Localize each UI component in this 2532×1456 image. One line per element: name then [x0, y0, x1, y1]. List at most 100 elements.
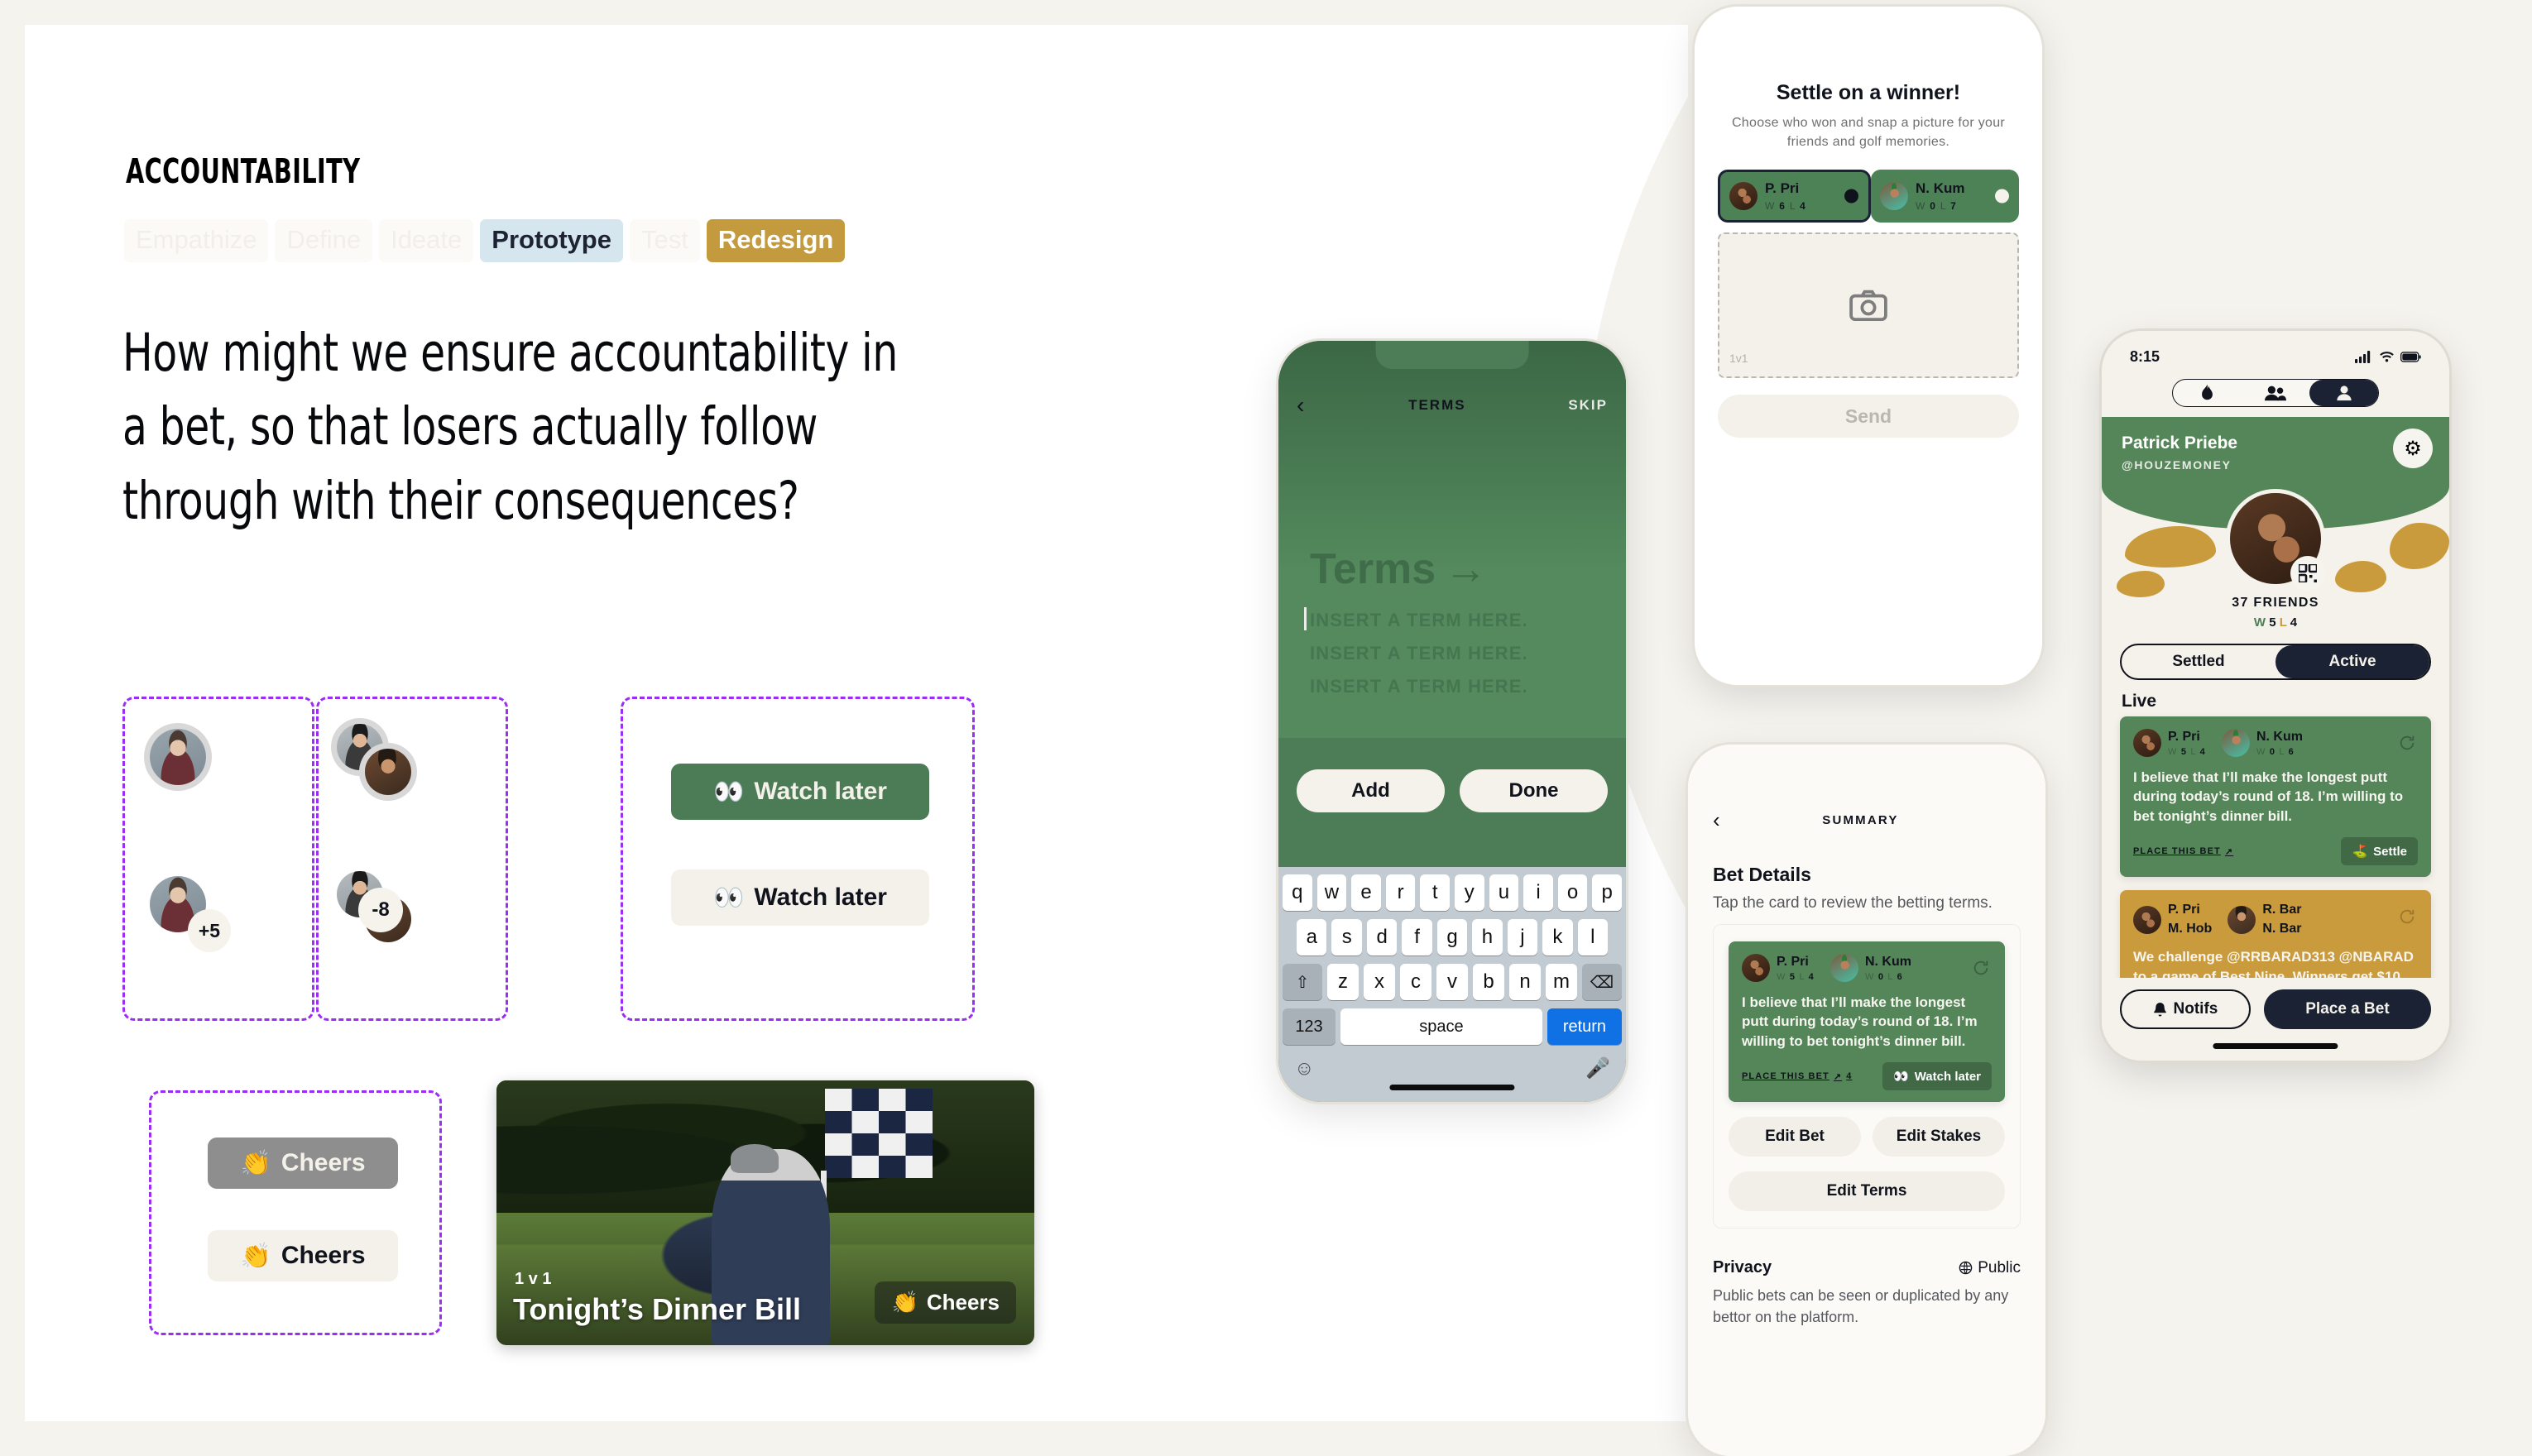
- status-bar: 8:15: [2102, 344, 2449, 369]
- key-k[interactable]: k: [1542, 919, 1573, 956]
- refresh-icon[interactable]: [2398, 734, 2416, 752]
- video-card[interactable]: 1 v 1 Tonight’s Dinner Bill 👏 Cheers: [496, 1080, 1034, 1345]
- term-input-1[interactable]: INSERT A TERM HERE.: [1304, 607, 1583, 631]
- settle-button[interactable]: ⛳ Settle: [2341, 837, 2418, 866]
- cheers-button-secondary[interactable]: 👏 Cheers: [208, 1230, 398, 1281]
- winner-option-right[interactable]: N. Kum W 0 L 7: [1871, 170, 2019, 223]
- camera-icon: [1849, 290, 1887, 322]
- term-input-2[interactable]: INSERT A TERM HERE.: [1310, 643, 1583, 664]
- key-m[interactable]: m: [1546, 964, 1577, 1000]
- key-r[interactable]: r: [1385, 874, 1416, 911]
- player-record: W 6 L 4: [1765, 200, 1807, 213]
- key-u[interactable]: u: [1489, 874, 1519, 911]
- key-n[interactable]: n: [1509, 964, 1541, 1000]
- watch-later-button[interactable]: 👀 Watch later: [1882, 1062, 1992, 1091]
- numbers-key[interactable]: 123: [1283, 1008, 1336, 1045]
- stage-tab-define[interactable]: Define: [275, 219, 373, 262]
- winner-option-left[interactable]: P. Pri W 6 L 4: [1718, 170, 1871, 223]
- place-this-bet-link[interactable]: PLACE THIS BET ↗: [2133, 846, 2233, 857]
- avatar: [1829, 954, 1858, 982]
- key-b[interactable]: b: [1473, 964, 1504, 1000]
- microphone-icon[interactable]: 🎤: [1585, 1056, 1610, 1080]
- key-y[interactable]: y: [1455, 874, 1484, 911]
- key-w[interactable]: w: [1316, 874, 1347, 911]
- key-q[interactable]: q: [1283, 874, 1312, 911]
- page-title: How might we ensure accountability in a …: [122, 323, 898, 531]
- gear-icon[interactable]: ⚙: [2393, 429, 2433, 468]
- watch-later-button-secondary[interactable]: 👀 Watch later: [671, 869, 929, 926]
- refresh-icon[interactable]: [1972, 959, 1990, 977]
- privacy-value[interactable]: Public: [1959, 1259, 2021, 1277]
- edit-bet-button[interactable]: Edit Bet: [1729, 1117, 1861, 1157]
- refresh-icon[interactable]: [2398, 908, 2416, 926]
- edit-button-row-1: Edit Bet Edit Stakes: [1729, 1117, 2005, 1157]
- key-v[interactable]: v: [1436, 964, 1468, 1000]
- bet-text: I believe that I’ll make the longest put…: [2133, 769, 2404, 824]
- key-d[interactable]: d: [1366, 919, 1398, 956]
- key-t[interactable]: t: [1420, 874, 1450, 911]
- edit-terms-button[interactable]: Edit Terms: [1729, 1171, 2005, 1212]
- space-key[interactable]: space: [1340, 1008, 1542, 1045]
- key-g[interactable]: g: [1436, 919, 1468, 956]
- watch-later-label: Watch later: [754, 884, 887, 911]
- settle-title: Settle on a winner!: [1776, 81, 1961, 104]
- toggle-settled[interactable]: Settled: [2122, 645, 2275, 678]
- watch-later-button-primary[interactable]: 👀 Watch later: [671, 764, 929, 820]
- privacy-row: Privacy Public: [1713, 1258, 2021, 1277]
- key-p[interactable]: p: [1592, 874, 1622, 911]
- backspace-icon[interactable]: ⌫: [1582, 964, 1622, 1000]
- privacy-description: Public bets can be seen or duplicated by…: [1713, 1287, 2009, 1325]
- key-o[interactable]: o: [1557, 874, 1588, 911]
- term-input-3[interactable]: INSERT A TERM HERE.: [1310, 676, 1583, 697]
- return-key[interactable]: return: [1547, 1008, 1622, 1045]
- chevron-left-icon[interactable]: ‹: [1297, 394, 1306, 417]
- emoji-icon[interactable]: ☺: [1294, 1057, 1315, 1080]
- photo-upload-dropzone[interactable]: 1v1: [1718, 232, 2019, 379]
- place-a-bet-button[interactable]: Place a Bet: [2263, 989, 2431, 1029]
- nav-tab-flame[interactable]: [2173, 380, 2242, 406]
- phone-summary-screen: ‹ SUMMARY Bet Details Tap the card to re…: [1688, 745, 2045, 1456]
- radio-selected[interactable]: [1844, 189, 1858, 204]
- stage-tab-prototype[interactable]: Prototype: [480, 219, 623, 262]
- player-name: N. Kum: [1916, 180, 1965, 197]
- done-button[interactable]: Done: [1460, 769, 1608, 812]
- stage-tab-ideate[interactable]: Ideate: [379, 219, 474, 262]
- cheers-button-primary[interactable]: 👏 Cheers: [208, 1138, 398, 1189]
- key-i[interactable]: i: [1523, 874, 1553, 911]
- qr-code-icon[interactable]: [2290, 556, 2325, 591]
- chevron-left-icon[interactable]: ‹: [1713, 809, 1722, 831]
- stage-tab-empathize[interactable]: Empathize: [124, 219, 269, 262]
- key-s[interactable]: s: [1331, 919, 1362, 956]
- bet-card[interactable]: P. Pri W 5 L 4 N. Kum W 0 L 6 I believe …: [2120, 716, 2431, 878]
- toggle-active[interactable]: Active: [2275, 645, 2429, 678]
- add-term-button[interactable]: Add: [1297, 769, 1445, 812]
- bet-card-footer: PLACE THIS BET ↗ ⛳ Settle: [2133, 837, 2418, 866]
- bet-card[interactable]: P. Pri W 5 L 4 N. Kum W 0 L 6 I believe …: [1729, 941, 2005, 1103]
- stage-tab-redesign[interactable]: Redesign: [706, 219, 846, 262]
- key-e[interactable]: e: [1351, 874, 1381, 911]
- participant-name: N. Kum: [1864, 954, 1911, 969]
- key-z[interactable]: z: [1327, 964, 1359, 1000]
- key-c[interactable]: c: [1400, 964, 1431, 1000]
- stage-tab-test[interactable]: Test: [629, 219, 700, 262]
- nav-tab-friends[interactable]: [2242, 380, 2310, 406]
- home-indicator: [2213, 1043, 2338, 1049]
- video-cheers-button[interactable]: 👏 Cheers: [875, 1281, 1016, 1324]
- key-j[interactable]: j: [1507, 919, 1538, 956]
- key-l[interactable]: l: [1577, 919, 1608, 956]
- radio-unselected[interactable]: [1995, 189, 2009, 204]
- place-this-bet-link[interactable]: PLACE THIS BET ↗ 4: [1742, 1071, 1852, 1082]
- key-f[interactable]: f: [1402, 919, 1432, 956]
- notifs-button[interactable]: Notifs: [2120, 989, 2251, 1029]
- key-a[interactable]: a: [1297, 919, 1327, 956]
- skip-button[interactable]: SKIP: [1568, 397, 1608, 414]
- key-h[interactable]: h: [1472, 919, 1503, 956]
- edit-stakes-button[interactable]: Edit Stakes: [1873, 1117, 2005, 1157]
- send-button[interactable]: Send: [1718, 395, 2019, 438]
- key-x[interactable]: x: [1364, 964, 1395, 1000]
- bet-participant-right: N. Kum W 0 L 6: [2221, 729, 2303, 757]
- terms-input-list: INSERT A TERM HERE. INSERT A TERM HERE. …: [1304, 607, 1583, 709]
- nav-tab-profile[interactable]: [2309, 380, 2379, 406]
- bet-participant-right: R. Bar N. Bar: [2227, 903, 2301, 936]
- shift-icon[interactable]: ⇧: [1283, 964, 1322, 1000]
